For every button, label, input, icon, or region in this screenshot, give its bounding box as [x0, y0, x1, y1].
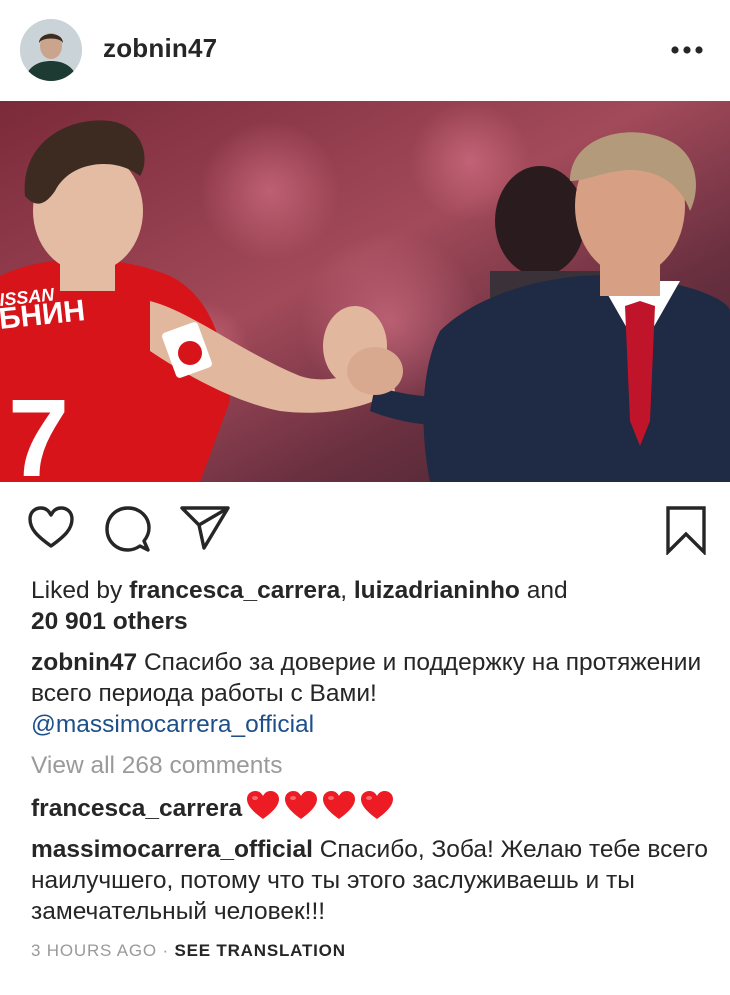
comment-item: francesca_carrera	[31, 790, 721, 828]
comment-emoji-group	[246, 790, 398, 828]
red-heart-icon	[322, 790, 356, 820]
caption-username[interactable]: zobnin47	[31, 649, 137, 676]
comment-username[interactable]: francesca_carrera	[31, 795, 242, 822]
view-all-comments-link[interactable]: View all 268 comments	[31, 750, 721, 781]
likes-count[interactable]: 20 901 others	[31, 608, 188, 635]
avatar[interactable]	[20, 19, 82, 81]
likes-separator: ,	[340, 577, 354, 604]
liker-username[interactable]: francesca_carrera	[129, 577, 340, 604]
bookmark-outline-icon[interactable]	[664, 505, 708, 557]
red-heart-icon	[246, 790, 280, 820]
red-heart-icon	[360, 790, 394, 820]
paper-plane-icon[interactable]	[179, 504, 231, 550]
post-meta: 3 HOURS AGO · SEE TRANSLATION	[31, 935, 721, 966]
post-caption: zobnin47 Спасибо за доверие и поддержку …	[31, 647, 721, 740]
more-horizontal-icon[interactable]	[669, 38, 709, 62]
svg-text:7: 7	[8, 377, 69, 482]
comment-item: massimocarrera_official Спасибо, Зоба! Ж…	[31, 834, 721, 927]
see-translation-link[interactable]: SEE TRANSLATION	[174, 941, 345, 960]
instagram-post: zobnin47 БНИН ISSAN 7 Liked by francesca…	[0, 0, 730, 995]
post-username[interactable]: zobnin47	[103, 33, 217, 64]
post-header: zobnin47	[0, 0, 730, 100]
post-text-area: Liked by francesca_carrera, luizadrianin…	[31, 575, 721, 966]
post-timestamp: 3 HOURS AGO	[31, 941, 157, 960]
caption-mention-link[interactable]: @massimocarrera_official	[31, 711, 314, 738]
comment-bubble-icon[interactable]	[104, 505, 152, 553]
red-heart-icon	[284, 790, 318, 820]
heart-outline-icon[interactable]	[27, 505, 75, 549]
likes-summary[interactable]: Liked by francesca_carrera, luizadrianin…	[31, 575, 721, 637]
likes-and: and	[519, 577, 568, 604]
post-photo[interactable]: БНИН ISSAN 7	[0, 101, 730, 482]
action-bar	[0, 482, 730, 570]
likes-prefix: Liked by	[31, 577, 130, 604]
comment-username[interactable]: massimocarrera_official	[31, 836, 313, 863]
liker-username[interactable]: luizadrianinho	[354, 577, 520, 604]
meta-separator: ·	[156, 941, 175, 960]
